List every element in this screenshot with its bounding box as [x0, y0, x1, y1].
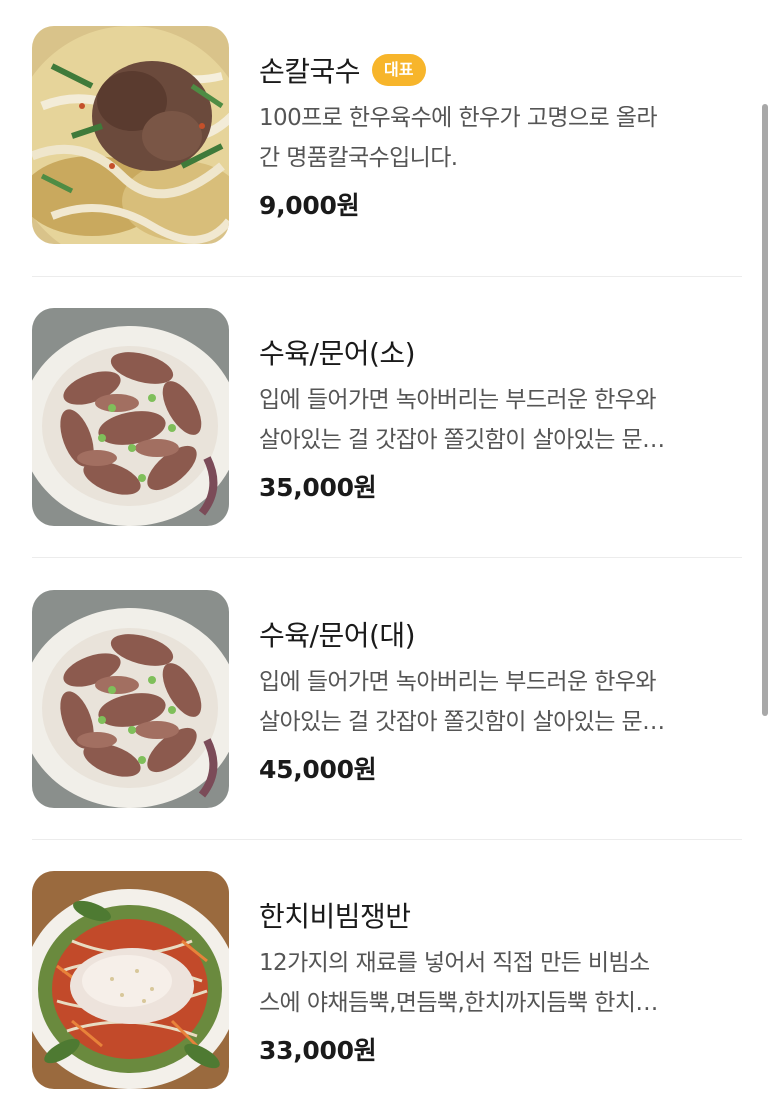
description-line: 100프로 한우육수에 한우가 고명으로 올라 [259, 105, 658, 131]
menu-item-name-row: 손칼국수 대표 [259, 50, 426, 90]
scrollbar[interactable] [762, 104, 768, 716]
menu-item-kalguksu[interactable]: 손칼국수 대표 100프로 한우육수에 한우가 고명으로 올라 간 명품칼국수입… [32, 26, 742, 244]
menu-item-name: 한치비빔쟁반 [259, 900, 411, 933]
description-line: 입에 들어가면 녹아버리는 부드러운 한우와 [259, 387, 657, 413]
menu-list: 손칼국수 대표 100프로 한우육수에 한우가 고명으로 올라 간 명품칼국수입… [0, 0, 773, 1109]
squid-bibim-noodle-photo [32, 871, 229, 1089]
description-line: 살아있는 걸 갓잡아 쫄깃함이 살아있는 문… [259, 709, 665, 735]
menu-item-name: 수육/문어(소) [259, 337, 416, 370]
menu-item-name-row: 수육/문어(대) [259, 614, 416, 654]
menu-item-name-row: 한치비빔쟁반 [259, 895, 411, 935]
menu-item-price: 9,000원 [259, 191, 360, 220]
boiled-beef-platter-photo [32, 308, 229, 526]
divider [32, 557, 742, 558]
description-line: 간 명품칼국수입니다. [259, 145, 458, 171]
description-line: 12가지의 재료를 넣어서 직접 만든 비빔소 [259, 950, 650, 976]
description-line: 스에 야채듬뿍,면듬뿍,한치까지듬뿍 한치… [259, 990, 658, 1016]
menu-item-suyuk-large[interactable]: 수육/문어(대) 입에 들어가면 녹아버리는 부드러운 한우와 살아있는 걸 갓… [32, 590, 742, 808]
menu-item-price: 33,000원 [259, 1036, 377, 1065]
menu-item-price: 45,000원 [259, 755, 377, 784]
signature-badge: 대표 [372, 54, 426, 86]
menu-item-description: 100프로 한우육수에 한우가 고명으로 올라 간 명품칼국수입니다. [259, 98, 744, 178]
divider [32, 276, 742, 277]
menu-item-name: 수육/문어(대) [259, 619, 416, 652]
menu-item-description: 입에 들어가면 녹아버리는 부드러운 한우와 살아있는 걸 갓잡아 쫄깃함이 살… [259, 662, 744, 742]
menu-item-name: 손칼국수 [259, 55, 361, 88]
menu-item-price: 35,000원 [259, 473, 377, 502]
menu-item-suyuk-small[interactable]: 수육/문어(소) 입에 들어가면 녹아버리는 부드러운 한우와 살아있는 걸 갓… [32, 308, 742, 526]
description-line: 입에 들어가면 녹아버리는 부드러운 한우와 [259, 669, 657, 695]
menu-item-name-row: 수육/문어(소) [259, 332, 416, 372]
menu-item-description: 12가지의 재료를 넣어서 직접 만든 비빔소 스에 야채듬뿍,면듬뿍,한치까지… [259, 943, 744, 1023]
description-line: 살아있는 걸 갓잡아 쫄깃함이 살아있는 문… [259, 427, 665, 453]
menu-item-description: 입에 들어가면 녹아버리는 부드러운 한우와 살아있는 걸 갓잡아 쫄깃함이 살… [259, 380, 744, 460]
noodle-soup-photo [32, 26, 229, 244]
boiled-beef-platter-photo [32, 590, 229, 808]
menu-item-hanchi-bibim[interactable]: 한치비빔쟁반 12가지의 재료를 넣어서 직접 만든 비빔소 스에 야채듬뿍,면… [32, 871, 742, 1089]
divider [32, 839, 742, 840]
